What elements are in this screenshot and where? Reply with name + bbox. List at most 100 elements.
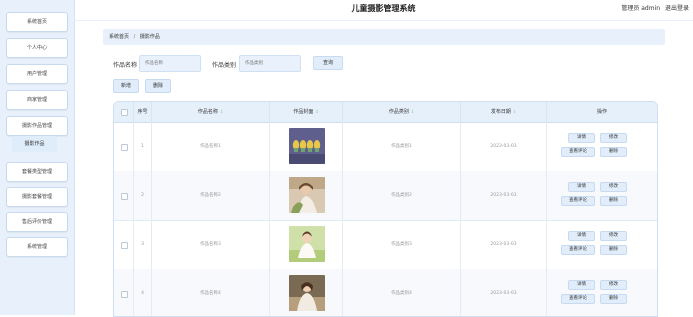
row-select-cell <box>114 269 134 316</box>
col-date-label: 发布日期 <box>490 109 511 115</box>
row-type: 作品类别2 <box>343 171 461 220</box>
row-name: 作品名称2 <box>152 171 270 220</box>
edit-button[interactable]: 修改 <box>600 280 627 290</box>
sidebar-item-profile[interactable]: 个人中心 <box>6 38 68 58</box>
cover-image[interactable] <box>289 177 325 213</box>
add-button[interactable]: 新增 <box>113 79 139 93</box>
col-actions-label: 操作 <box>596 109 607 115</box>
bulk-delete-button[interactable]: 删除 <box>145 79 171 93</box>
sidebar: 系统首页 个人中心 用户管理 商家管理 摄影作品管理 摄影作品 套餐类型管理 摄… <box>0 0 75 315</box>
row-date: 2023-03-03 <box>461 269 547 316</box>
col-date[interactable]: 发布日期 ⇕ <box>461 102 547 122</box>
user-area: 管理员 admin 退出登录 <box>618 0 689 20</box>
sort-icon[interactable]: ⇕ <box>315 109 318 114</box>
sort-icon[interactable]: ⇕ <box>513 109 516 114</box>
table-row: 3 作品名称3 作品类别3 2023-03-03 详情 修改 查看评论 删除 <box>114 220 657 270</box>
edit-button[interactable]: 修改 <box>600 231 627 241</box>
detail-button[interactable]: 详情 <box>568 280 595 290</box>
detail-button[interactable]: 详情 <box>568 182 595 192</box>
col-type[interactable]: 作品类别 ⇕ <box>343 102 461 122</box>
row-cover-cell <box>270 269 343 316</box>
row-actions: 详情 修改 查看评论 删除 <box>547 269 657 316</box>
table-row: 1 作品名称1 作品类别1 2023-03-03 详情 修改 查看评论 删除 <box>114 122 657 172</box>
top-header: 儿童摄影管理系统 管理员 admin 退出登录 <box>74 0 693 21</box>
breadcrumb-separator: / <box>133 34 136 40</box>
row-date: 2023-03-03 <box>461 122 547 171</box>
delete-button[interactable]: 删除 <box>600 147 627 157</box>
row-index: 1 <box>134 122 152 171</box>
row-cover-cell <box>270 220 343 269</box>
col-type-label: 作品类别 <box>388 109 409 115</box>
logout-link[interactable]: 退出登录 <box>665 5 689 12</box>
row-select-cell <box>114 220 134 269</box>
detail-button[interactable]: 详情 <box>568 231 595 241</box>
type-filter-input[interactable] <box>239 55 301 72</box>
search-button[interactable]: 查询 <box>313 56 343 70</box>
row-type: 作品类别3 <box>343 220 461 269</box>
row-index: 4 <box>134 269 152 316</box>
delete-button[interactable]: 删除 <box>600 245 627 255</box>
breadcrumb: 系统首页 / 摄影作品 <box>103 29 665 45</box>
row-cover-cell <box>270 122 343 171</box>
sidebar-item-home[interactable]: 系统首页 <box>6 12 68 32</box>
row-checkbox[interactable] <box>121 144 128 151</box>
name-filter-label: 作品名称 <box>113 62 138 69</box>
table-row: 4 作品名称4 作品类别4 2023-03-03 详情 修改 查看评论 删除 <box>114 269 657 316</box>
row-index: 3 <box>134 220 152 269</box>
table-row: 2 作品名称2 作品类别2 2023-03-03 详情 修改 查看评论 删除 <box>114 171 657 221</box>
row-actions: 详情 修改 查看评论 删除 <box>547 171 657 220</box>
cover-image[interactable] <box>289 275 325 311</box>
col-cover-label: 作品封面 <box>293 109 314 115</box>
row-checkbox[interactable] <box>121 193 128 200</box>
app-title: 儿童摄影管理系统 <box>351 4 416 13</box>
row-name: 作品名称1 <box>152 122 270 171</box>
sort-icon[interactable]: ⇕ <box>220 109 223 114</box>
view-reviews-button[interactable]: 查看评论 <box>561 147 595 157</box>
col-actions: 操作 <box>547 102 657 122</box>
view-reviews-button[interactable]: 查看评论 <box>561 245 595 255</box>
sort-icon[interactable]: ⇕ <box>411 109 414 114</box>
sidebar-item-users[interactable]: 用户管理 <box>6 64 68 84</box>
col-cover[interactable]: 作品封面 ⇕ <box>270 102 343 122</box>
breadcrumb-current: 摄影作品 <box>139 34 160 40</box>
select-all-checkbox[interactable] <box>121 109 128 116</box>
table-header: 序号 作品名称 ⇕ 作品封面 ⇕ 作品类别 ⇕ 发布日期 ⇕ 操作 <box>114 102 657 123</box>
cover-image[interactable] <box>289 226 325 262</box>
sidebar-subitem-works[interactable]: 摄影作品 <box>12 136 57 152</box>
edit-button[interactable]: 修改 <box>600 182 627 192</box>
delete-button[interactable]: 删除 <box>600 294 627 304</box>
row-date: 2023-03-03 <box>461 220 547 269</box>
row-select-cell <box>114 171 134 220</box>
sidebar-item-works[interactable]: 摄影作品管理 <box>6 116 68 136</box>
name-filter-input[interactable] <box>139 55 201 72</box>
row-actions: 详情 修改 查看评论 删除 <box>547 122 657 171</box>
edit-button[interactable]: 修改 <box>600 133 627 143</box>
breadcrumb-home[interactable]: 系统首页 <box>109 34 129 40</box>
row-cover-cell <box>270 171 343 220</box>
type-filter-label: 作品类别 <box>212 62 237 69</box>
user-label: 管理员 admin <box>621 5 661 12</box>
sidebar-item-packages[interactable]: 摄影套餐管理 <box>6 187 68 207</box>
col-name[interactable]: 作品名称 ⇕ <box>152 102 270 122</box>
sidebar-item-merchants[interactable]: 商家管理 <box>6 90 68 110</box>
view-reviews-button[interactable]: 查看评论 <box>561 294 595 304</box>
delete-button[interactable]: 删除 <box>600 196 627 206</box>
row-date: 2023-03-03 <box>461 171 547 220</box>
view-reviews-button[interactable]: 查看评论 <box>561 196 595 206</box>
header-select-all[interactable] <box>114 102 134 122</box>
row-actions: 详情 修改 查看评论 删除 <box>547 220 657 269</box>
col-index-label: 序号 <box>137 109 148 115</box>
cover-image[interactable] <box>289 128 325 164</box>
sidebar-item-system[interactable]: 系统管理 <box>6 237 68 257</box>
row-name: 作品名称4 <box>152 269 270 316</box>
row-checkbox[interactable] <box>121 291 128 298</box>
works-table: 序号 作品名称 ⇕ 作品封面 ⇕ 作品类别 ⇕ 发布日期 ⇕ 操作 1 作品名称1 作 <box>113 101 658 317</box>
row-checkbox[interactable] <box>121 242 128 249</box>
row-type: 作品类别1 <box>343 122 461 171</box>
sidebar-item-package-types[interactable]: 套餐类型管理 <box>6 162 68 182</box>
sidebar-item-reviews[interactable]: 售后评价管理 <box>6 212 68 232</box>
detail-button[interactable]: 详情 <box>568 133 595 143</box>
row-name: 作品名称3 <box>152 220 270 269</box>
col-index: 序号 <box>134 102 152 122</box>
col-name-label: 作品名称 <box>197 109 218 115</box>
